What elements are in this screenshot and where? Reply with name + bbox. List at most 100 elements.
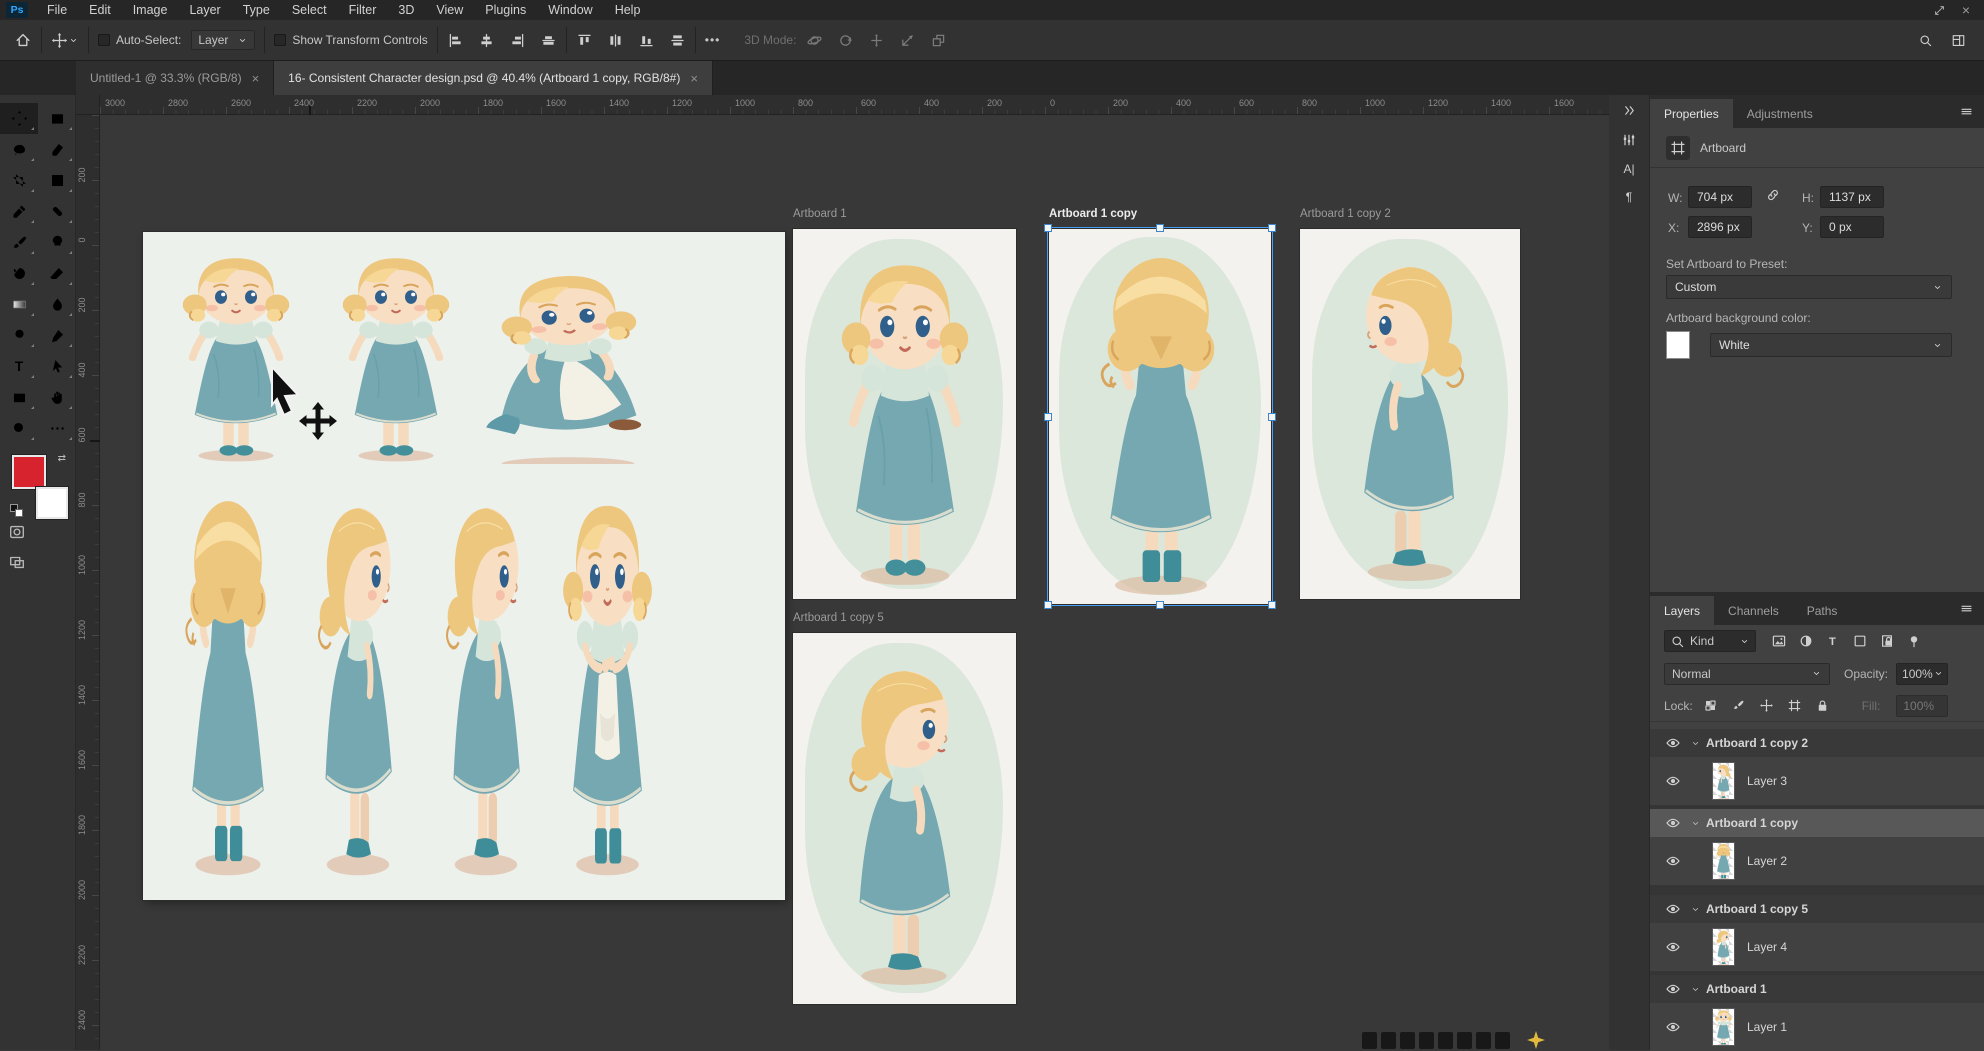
lock-artboard-nesting-icon[interactable] bbox=[1787, 698, 1802, 713]
reference-image-layer[interactable] bbox=[143, 232, 785, 900]
workspace-switcher-icon[interactable] bbox=[1951, 33, 1966, 48]
layer-filter-toggle-icon[interactable] bbox=[1906, 633, 1922, 649]
menu-help[interactable]: Help bbox=[604, 3, 652, 17]
panel-menu-icon[interactable] bbox=[1959, 104, 1974, 119]
artboard-label-selected[interactable]: Artboard 1 copy bbox=[1049, 208, 1137, 222]
close-tab-icon[interactable]: × bbox=[252, 71, 260, 86]
layers-row-layer-layer-4[interactable]: Layer 4 bbox=[1650, 923, 1984, 971]
layers-row-artboard-artboard-1[interactable]: Artboard 1 bbox=[1650, 975, 1984, 1003]
artboard-label[interactable]: Artboard 1 bbox=[793, 208, 847, 222]
healing-brush-tool[interactable] bbox=[38, 196, 76, 227]
3d-scale-icon[interactable] bbox=[930, 32, 947, 49]
lock-image-pixels-icon[interactable] bbox=[1731, 698, 1746, 713]
3d-pan-icon[interactable] bbox=[868, 32, 885, 49]
menu-layer[interactable]: Layer bbox=[178, 3, 231, 17]
blur-tool[interactable] bbox=[38, 289, 76, 320]
eyedropper-tool[interactable] bbox=[0, 196, 38, 227]
menu-select[interactable]: Select bbox=[281, 3, 338, 17]
layers-row-layer-layer-2[interactable]: Layer 2 bbox=[1650, 837, 1984, 885]
chevron-down-icon[interactable] bbox=[1684, 738, 1706, 749]
character-side-pose[interactable] bbox=[815, 647, 993, 989]
frame-tool[interactable] bbox=[38, 165, 76, 196]
hand-tool[interactable] bbox=[38, 382, 76, 413]
height-field[interactable]: 1137 px bbox=[1820, 186, 1884, 208]
layer-visibility-eye-icon[interactable] bbox=[1662, 815, 1684, 831]
align-vertical-centers-icon[interactable] bbox=[540, 32, 557, 49]
lock-transparent-pixels-icon[interactable] bbox=[1703, 698, 1718, 713]
layer-visibility-eye-icon[interactable] bbox=[1662, 735, 1684, 751]
tab-adjustments[interactable]: Adjustments bbox=[1733, 99, 1827, 128]
tab-paths[interactable]: Paths bbox=[1793, 596, 1852, 625]
distribute-horizontal-centers-icon[interactable] bbox=[607, 32, 624, 49]
chevron-down-icon[interactable] bbox=[68, 35, 79, 46]
dodge-tool[interactable] bbox=[0, 320, 38, 351]
swap-colors-icon[interactable]: ⇄ bbox=[58, 453, 66, 464]
more-tools[interactable] bbox=[38, 413, 76, 444]
layer-visibility-eye-icon[interactable] bbox=[1662, 981, 1684, 997]
foreground-color-swatch[interactable] bbox=[12, 455, 46, 489]
opacity-field[interactable]: 100% bbox=[1896, 663, 1948, 685]
rectangle-tool[interactable] bbox=[0, 382, 38, 413]
filter-pixel-layers-icon[interactable] bbox=[1771, 633, 1787, 649]
home-icon[interactable] bbox=[14, 31, 32, 49]
layer-visibility-eye-icon[interactable] bbox=[1662, 1019, 1684, 1035]
type-tool[interactable]: T bbox=[0, 351, 38, 382]
artboard-label[interactable]: Artboard 1 copy 2 bbox=[1300, 208, 1391, 222]
lock-position-icon[interactable] bbox=[1759, 698, 1774, 713]
brush-tool[interactable] bbox=[0, 227, 38, 258]
selection-handle[interactable] bbox=[1268, 601, 1276, 609]
align-horizontal-centers-icon[interactable] bbox=[478, 32, 495, 49]
eraser-tool[interactable] bbox=[38, 258, 76, 289]
selection-handle[interactable] bbox=[1268, 224, 1276, 232]
menu-image[interactable]: Image bbox=[122, 3, 179, 17]
menu-file[interactable]: File bbox=[36, 3, 78, 17]
selection-handle[interactable] bbox=[1044, 601, 1052, 609]
menu-3d[interactable]: 3D bbox=[387, 3, 425, 17]
resize-window-icon[interactable] bbox=[1933, 4, 1946, 17]
filter-smart-objects-icon[interactable] bbox=[1879, 633, 1895, 649]
lock-all-icon[interactable] bbox=[1815, 698, 1830, 713]
character-front-pose[interactable] bbox=[816, 243, 994, 589]
photoshop-logo[interactable]: Ps bbox=[6, 2, 28, 18]
gradient-tool[interactable] bbox=[0, 289, 38, 320]
crop-tool[interactable] bbox=[0, 165, 38, 196]
align-left-edges-icon[interactable] bbox=[447, 32, 464, 49]
tab-channels[interactable]: Channels bbox=[1714, 596, 1793, 625]
artboard-background-dropdown[interactable]: White bbox=[1710, 333, 1952, 357]
menu-view[interactable]: View bbox=[425, 3, 474, 17]
filter-shape-layers-icon[interactable] bbox=[1852, 633, 1868, 649]
menu-type[interactable]: Type bbox=[232, 3, 281, 17]
layer-thumbnail[interactable] bbox=[1712, 842, 1735, 880]
screen-mode-icon[interactable] bbox=[8, 553, 26, 571]
blend-mode-dropdown[interactable]: Normal bbox=[1664, 663, 1830, 685]
zoom-tool[interactable] bbox=[0, 413, 38, 444]
layers-row-layer-layer-1[interactable]: Layer 1 bbox=[1650, 1003, 1984, 1051]
search-icon[interactable] bbox=[1918, 33, 1933, 48]
layers-row-artboard-artboard-1-copy[interactable]: Artboard 1 copy bbox=[1650, 809, 1984, 837]
menu-plugins[interactable]: Plugins bbox=[474, 3, 537, 17]
more-options-button[interactable]: ••• bbox=[705, 33, 721, 47]
selection-handle[interactable] bbox=[1156, 224, 1164, 232]
layers-row-layer-layer-3[interactable]: Layer 3 bbox=[1650, 757, 1984, 805]
menu-filter[interactable]: Filter bbox=[338, 3, 388, 17]
layers-row-artboard-artboard-1-copy-2[interactable]: Artboard 1 copy 2 bbox=[1650, 729, 1984, 757]
quick-selection-tool[interactable] bbox=[38, 134, 76, 165]
3d-orbit-icon[interactable] bbox=[806, 32, 823, 49]
marquee-tool[interactable] bbox=[38, 103, 76, 134]
background-color-swatch[interactable] bbox=[36, 487, 68, 519]
align-right-edges-icon[interactable] bbox=[509, 32, 526, 49]
lasso-tool[interactable] bbox=[0, 134, 38, 165]
layers-row-artboard-artboard-1-copy-5[interactable]: Artboard 1 copy 5 bbox=[1650, 895, 1984, 923]
expand-panels-icon[interactable] bbox=[1622, 103, 1637, 118]
pen-tool[interactable] bbox=[38, 320, 76, 351]
chevron-down-icon[interactable] bbox=[1684, 818, 1706, 829]
artboard-background-swatch[interactable] bbox=[1666, 331, 1690, 359]
close-window-icon[interactable]: × bbox=[1962, 2, 1970, 18]
path-selection-tool[interactable] bbox=[38, 351, 76, 382]
move-tool-indicator-icon[interactable] bbox=[51, 32, 68, 49]
layer-visibility-eye-icon[interactable] bbox=[1662, 939, 1684, 955]
layer-visibility-eye-icon[interactable] bbox=[1662, 901, 1684, 917]
canvas[interactable]: Artboard 1 Artboard 1 copy Artboard 1 co… bbox=[100, 115, 1609, 1050]
3d-slide-icon[interactable] bbox=[899, 32, 916, 49]
close-tab-icon[interactable]: × bbox=[690, 71, 698, 86]
